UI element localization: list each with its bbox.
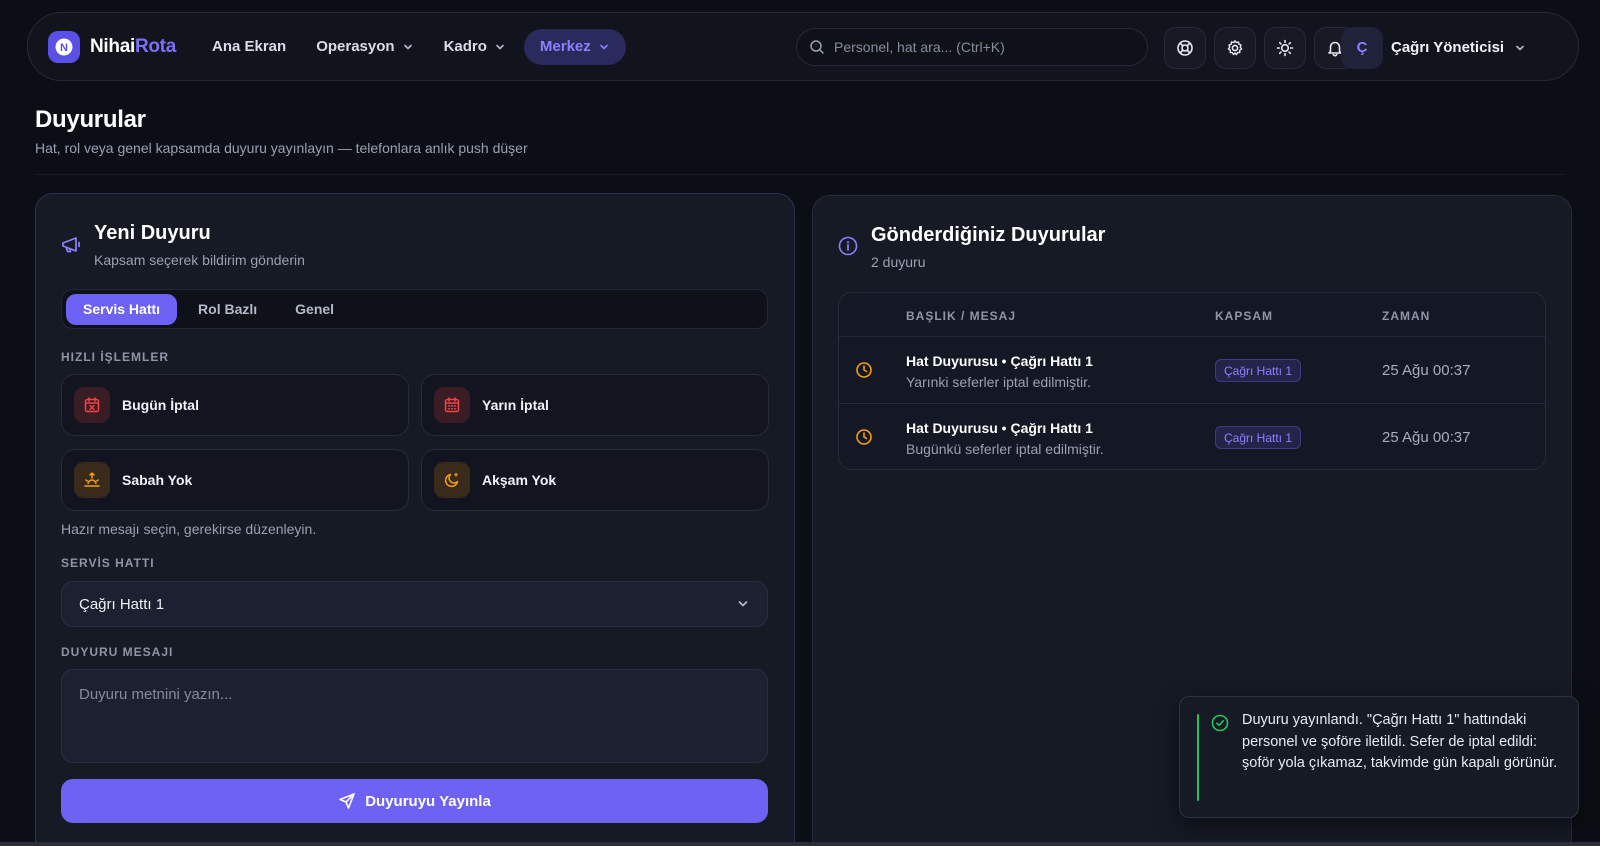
user-menu[interactable]: Ç Çağrı Yöneticisi [1341, 26, 1537, 69]
brand-logo[interactable]: N NihaiRota [48, 30, 176, 63]
nav-item-staff[interactable]: Kadro [432, 29, 518, 65]
megaphone-icon [62, 237, 80, 253]
chevron-down-icon [496, 44, 504, 49]
top-navigation-bar: N NihaiRota Ana Ekran Operasyon Kadro Me… [27, 12, 1579, 81]
avatar: Ç [1341, 26, 1383, 69]
search-icon [810, 40, 824, 54]
row-message: Bugünkü seferler iptal edilmiştir. [906, 441, 1104, 457]
scope-badge: Çağrı Hattı 1 [1215, 359, 1302, 382]
user-name: Çağrı Yöneticisi [1391, 39, 1505, 56]
row-title: Hat Duyurusu • Çağrı Hattı 1 [906, 420, 1093, 436]
table-row[interactable]: Hat Duyurusu • Çağrı Hattı 1 Yarınki sef… [839, 337, 1545, 404]
clock-icon [856, 362, 872, 378]
calendar-x-icon [74, 387, 110, 423]
window-bottom-edge [0, 842, 1600, 846]
table-header: BAŞLIK / MESAJ KAPSAM ZAMAN [839, 293, 1545, 337]
quick-action-no-evening[interactable]: Akşam Yok [421, 449, 769, 511]
tab-general[interactable]: Genel [278, 294, 351, 325]
clock-icon [856, 429, 872, 445]
quick-action-tomorrow-cancel[interactable]: Yarın İptal [421, 374, 769, 436]
quick-actions-label: HIZLI İŞLEMLER [61, 350, 169, 364]
brand-mark-icon: N [48, 30, 80, 63]
quick-action-label: Bugün İptal [122, 397, 199, 413]
gear-icon [1227, 40, 1243, 56]
column-header-time: ZAMAN [1382, 309, 1431, 323]
page-title: Duyurular [35, 106, 146, 133]
toast-accent-bar [1197, 714, 1199, 801]
chevron-down-icon [1516, 45, 1524, 50]
column-header-title: BAŞLIK / MESAJ [906, 309, 1017, 323]
table-row[interactable]: Hat Duyurusu • Çağrı Hattı 1 Bugünkü sef… [839, 404, 1545, 469]
page-subtitle: Hat, rol veya genel kapsamda duyuru yayı… [35, 140, 528, 156]
nav-item-operations[interactable]: Operasyon [304, 29, 425, 65]
sent-count: 2 duyuru [871, 254, 926, 270]
quick-action-no-morning[interactable]: Sabah Yok [61, 449, 409, 511]
message-label: DUYURU MESAJI [61, 645, 174, 659]
check-circle-icon [1211, 714, 1229, 732]
scope-badge: Çağrı Hattı 1 [1215, 426, 1302, 449]
quick-action-label: Sabah Yok [122, 472, 193, 488]
chevron-down-icon [738, 601, 748, 607]
theme-toggle-button[interactable] [1264, 27, 1306, 69]
nav-item-label: Operasyon [316, 38, 395, 55]
row-message: Yarınki seferler iptal edilmiştir. [906, 374, 1091, 390]
publish-button[interactable]: Duyuruyu Yayınla [61, 779, 768, 823]
sun-icon [1276, 39, 1294, 57]
main-nav: Ana Ekran Operasyon Kadro Merkez [200, 28, 632, 65]
brand-name: NihaiRota [90, 35, 176, 57]
help-button[interactable] [1164, 27, 1206, 69]
calendar-icon [434, 387, 470, 423]
sunrise-icon [74, 462, 110, 498]
search-input[interactable]: Personel, hat ara... (Ctrl+K) [796, 28, 1148, 66]
sent-title: Gönderdiğiniz Duyurular [871, 224, 1106, 246]
chevron-down-icon [599, 44, 608, 49]
nav-item-label: Kadro [443, 38, 487, 55]
quick-action-hint: Hazır mesajı seçin, gerekirse düzenleyin… [61, 521, 317, 537]
compose-subtitle: Kapsam seçerek bildirim gönderin [94, 252, 305, 268]
success-toast[interactable]: Duyuru yayınlandı. "Çağrı Hattı 1" hattı… [1179, 696, 1579, 818]
chevron-down-icon [403, 44, 412, 49]
row-time: 25 Ağu 00:37 [1382, 362, 1471, 379]
quick-action-label: Yarın İptal [482, 397, 549, 413]
sent-announcements-table: BAŞLIK / MESAJ KAPSAM ZAMAN Hat Duyurusu… [838, 292, 1546, 470]
search-placeholder: Personel, hat ara... (Ctrl+K) [834, 39, 1005, 55]
service-line-value: Çağrı Hattı 1 [79, 595, 165, 613]
tab-service-line[interactable]: Servis Hattı [66, 293, 178, 325]
service-line-label: SERVİS HATTI [61, 556, 155, 570]
toast-message: Duyuru yayınlandı. "Çağrı Hattı 1" hattı… [1242, 712, 1558, 771]
header-divider [35, 174, 1565, 175]
scope-tabs: Servis Hattı Rol Bazlı Genel [61, 289, 768, 329]
row-time: 25 Ağu 00:37 [1382, 429, 1471, 446]
info-icon [838, 236, 858, 256]
nav-item-center[interactable]: Merkez [523, 28, 626, 65]
nav-item-label: Ana Ekran [211, 38, 287, 55]
nav-item-home[interactable]: Ana Ekran [200, 29, 298, 65]
announcement-message-input[interactable] [61, 669, 768, 763]
moon-icon [434, 462, 470, 498]
nav-item-label: Merkez [539, 38, 591, 55]
send-icon [339, 793, 355, 809]
svg-text:N: N [60, 42, 68, 54]
row-title: Hat Duyurusu • Çağrı Hattı 1 [906, 353, 1093, 369]
service-line-select[interactable]: Çağrı Hattı 1 [61, 581, 768, 627]
tab-role-based[interactable]: Rol Bazlı [181, 294, 274, 325]
new-announcement-card: Yeni Duyuru Kapsam seçerek bildirim gönd… [35, 193, 795, 846]
column-header-scope: KAPSAM [1215, 309, 1274, 323]
quick-action-label: Akşam Yok [482, 472, 557, 488]
lifebuoy-icon [1177, 40, 1193, 56]
publish-label: Duyuruyu Yayınla [365, 792, 491, 810]
settings-button[interactable] [1214, 27, 1256, 69]
quick-action-today-cancel[interactable]: Bugün İptal [61, 374, 409, 436]
compose-title: Yeni Duyuru [94, 222, 211, 244]
